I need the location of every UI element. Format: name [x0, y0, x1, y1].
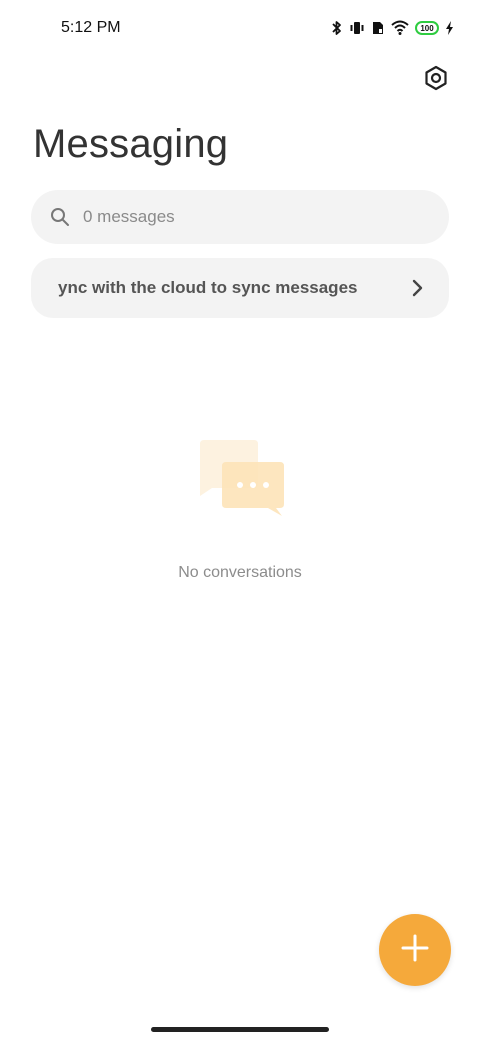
- empty-state-text: No conversations: [178, 564, 302, 581]
- status-time: 5:12 PM: [61, 19, 121, 36]
- plus-icon: [401, 934, 429, 967]
- settings-hexagon-icon: [423, 65, 449, 96]
- page-title: Messaging: [33, 122, 229, 166]
- charging-icon: [445, 21, 454, 35]
- battery-icon: 100: [415, 21, 439, 35]
- bluetooth-icon: [331, 20, 343, 36]
- search-icon: [50, 207, 70, 227]
- chevron-right-icon: [409, 278, 425, 298]
- status-icons: 100: [331, 18, 454, 38]
- chat-bubbles-icon: [196, 438, 286, 518]
- sim-icon: [371, 20, 385, 36]
- settings-button[interactable]: [420, 64, 452, 96]
- wifi-icon: [391, 20, 409, 36]
- new-message-button[interactable]: [379, 914, 451, 986]
- status-bar: 5:12 PM 100: [0, 0, 480, 56]
- vibrate-icon: [349, 20, 365, 36]
- search-input[interactable]: 0 messages: [31, 190, 449, 244]
- search-placeholder: 0 messages: [83, 207, 175, 226]
- home-indicator[interactable]: [151, 1027, 329, 1032]
- sync-banner-text: ync with the cloud to sync messages: [58, 278, 358, 297]
- sync-banner[interactable]: ync with the cloud to sync messages: [31, 258, 449, 318]
